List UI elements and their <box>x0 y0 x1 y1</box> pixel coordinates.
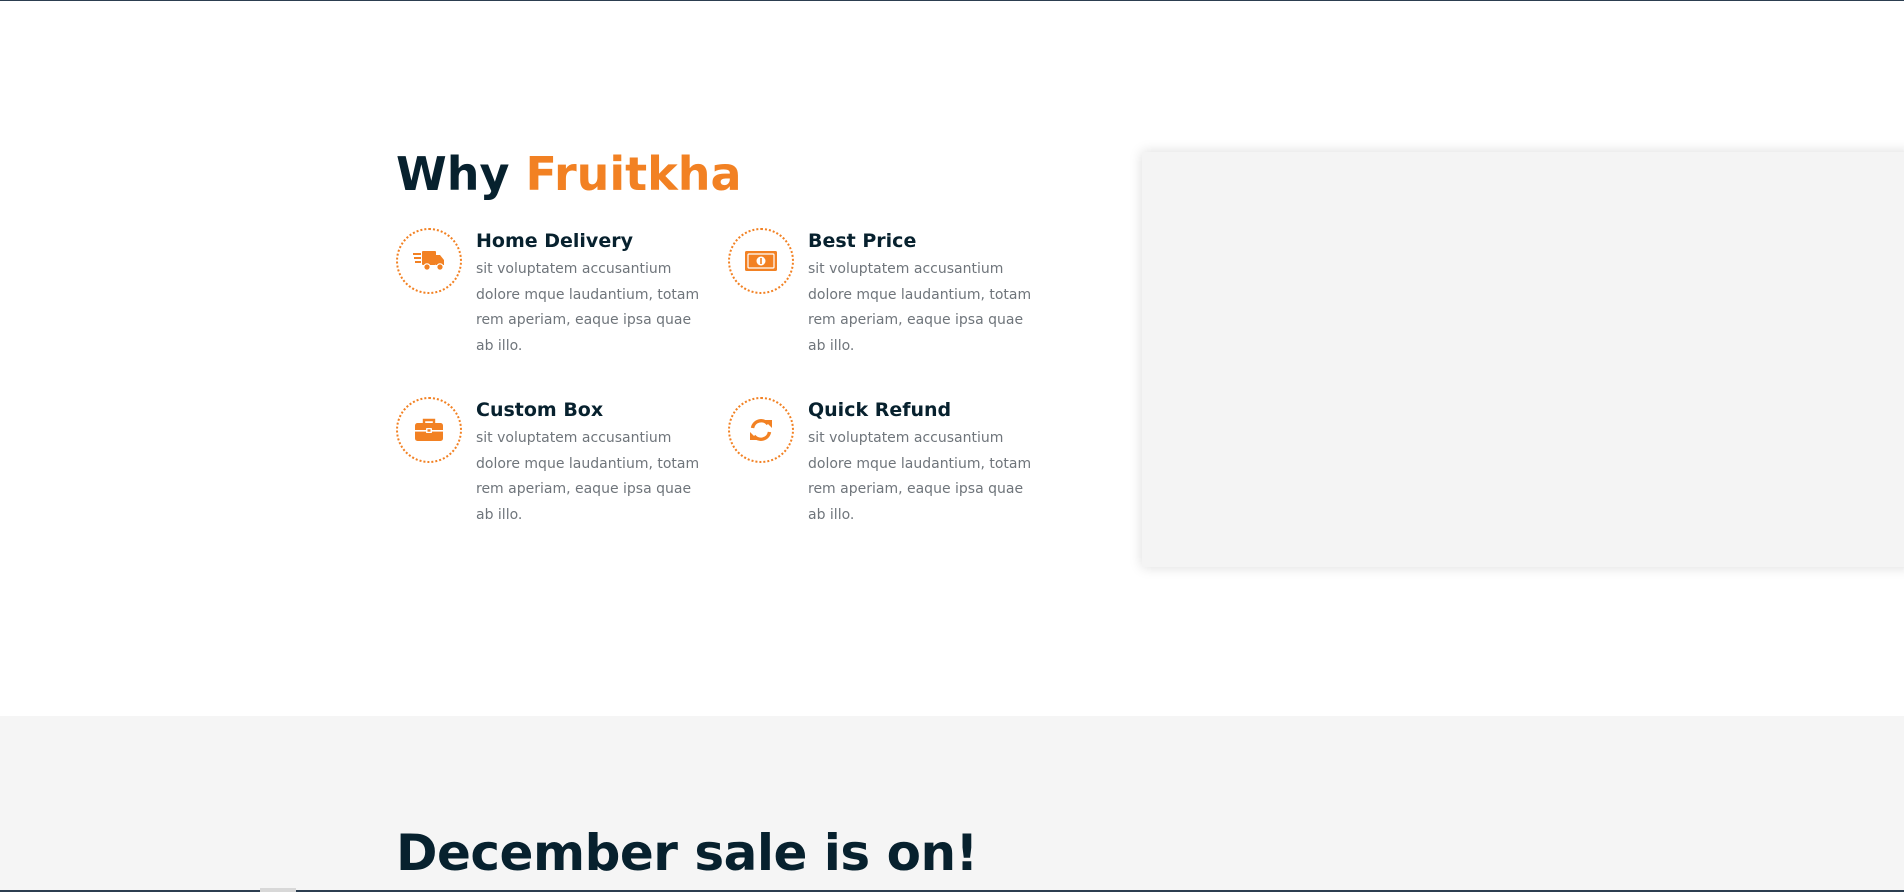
feature-custom-box: Custom Box sit voluptatem accusantium do… <box>396 397 706 537</box>
money-icon <box>745 251 777 271</box>
truck-icon <box>413 251 444 271</box>
feature-icon-circle <box>728 397 794 463</box>
sync-icon <box>750 419 772 441</box>
briefcase-icon <box>415 418 443 441</box>
feature-description: sit voluptatem accusantium dolore mque l… <box>808 261 1032 354</box>
feature-description: sit voluptatem accusantium dolore mque l… <box>476 430 700 523</box>
feature-quick-refund: Quick Refund sit voluptatem accusantium … <box>728 397 1038 537</box>
feature-icon-circle <box>396 397 462 463</box>
feature-home-delivery: Home Delivery sit voluptatem accusantium… <box>396 228 706 368</box>
scrollbar-thumb[interactable] <box>260 888 296 892</box>
sale-title: December sale is on! <box>396 824 978 882</box>
feature-description: sit voluptatem accusantium dolore mque l… <box>476 261 700 354</box>
title-prefix: Why <box>396 147 510 201</box>
december-sale-section: December sale is on! <box>0 716 1904 892</box>
feature-title: Quick Refund <box>808 399 952 421</box>
feature-title: Best Price <box>808 230 917 252</box>
why-fruitkha-section: Why Fruitkha Home Delivery sit voluptate… <box>0 1 1904 716</box>
feature-title: Home Delivery <box>476 230 633 252</box>
image-placeholder-panel <box>1142 152 1904 567</box>
feature-description: sit voluptatem accusantium dolore mque l… <box>808 430 1032 523</box>
feature-icon-circle <box>728 228 794 294</box>
feature-title: Custom Box <box>476 399 604 421</box>
feature-best-price: Best Price sit voluptatem accusantium do… <box>728 228 1038 368</box>
section-title: Why Fruitkha <box>396 147 742 201</box>
title-brand: Fruitkha <box>525 147 742 201</box>
feature-icon-circle <box>396 228 462 294</box>
page: Why Fruitkha Home Delivery sit voluptate… <box>0 0 1904 892</box>
